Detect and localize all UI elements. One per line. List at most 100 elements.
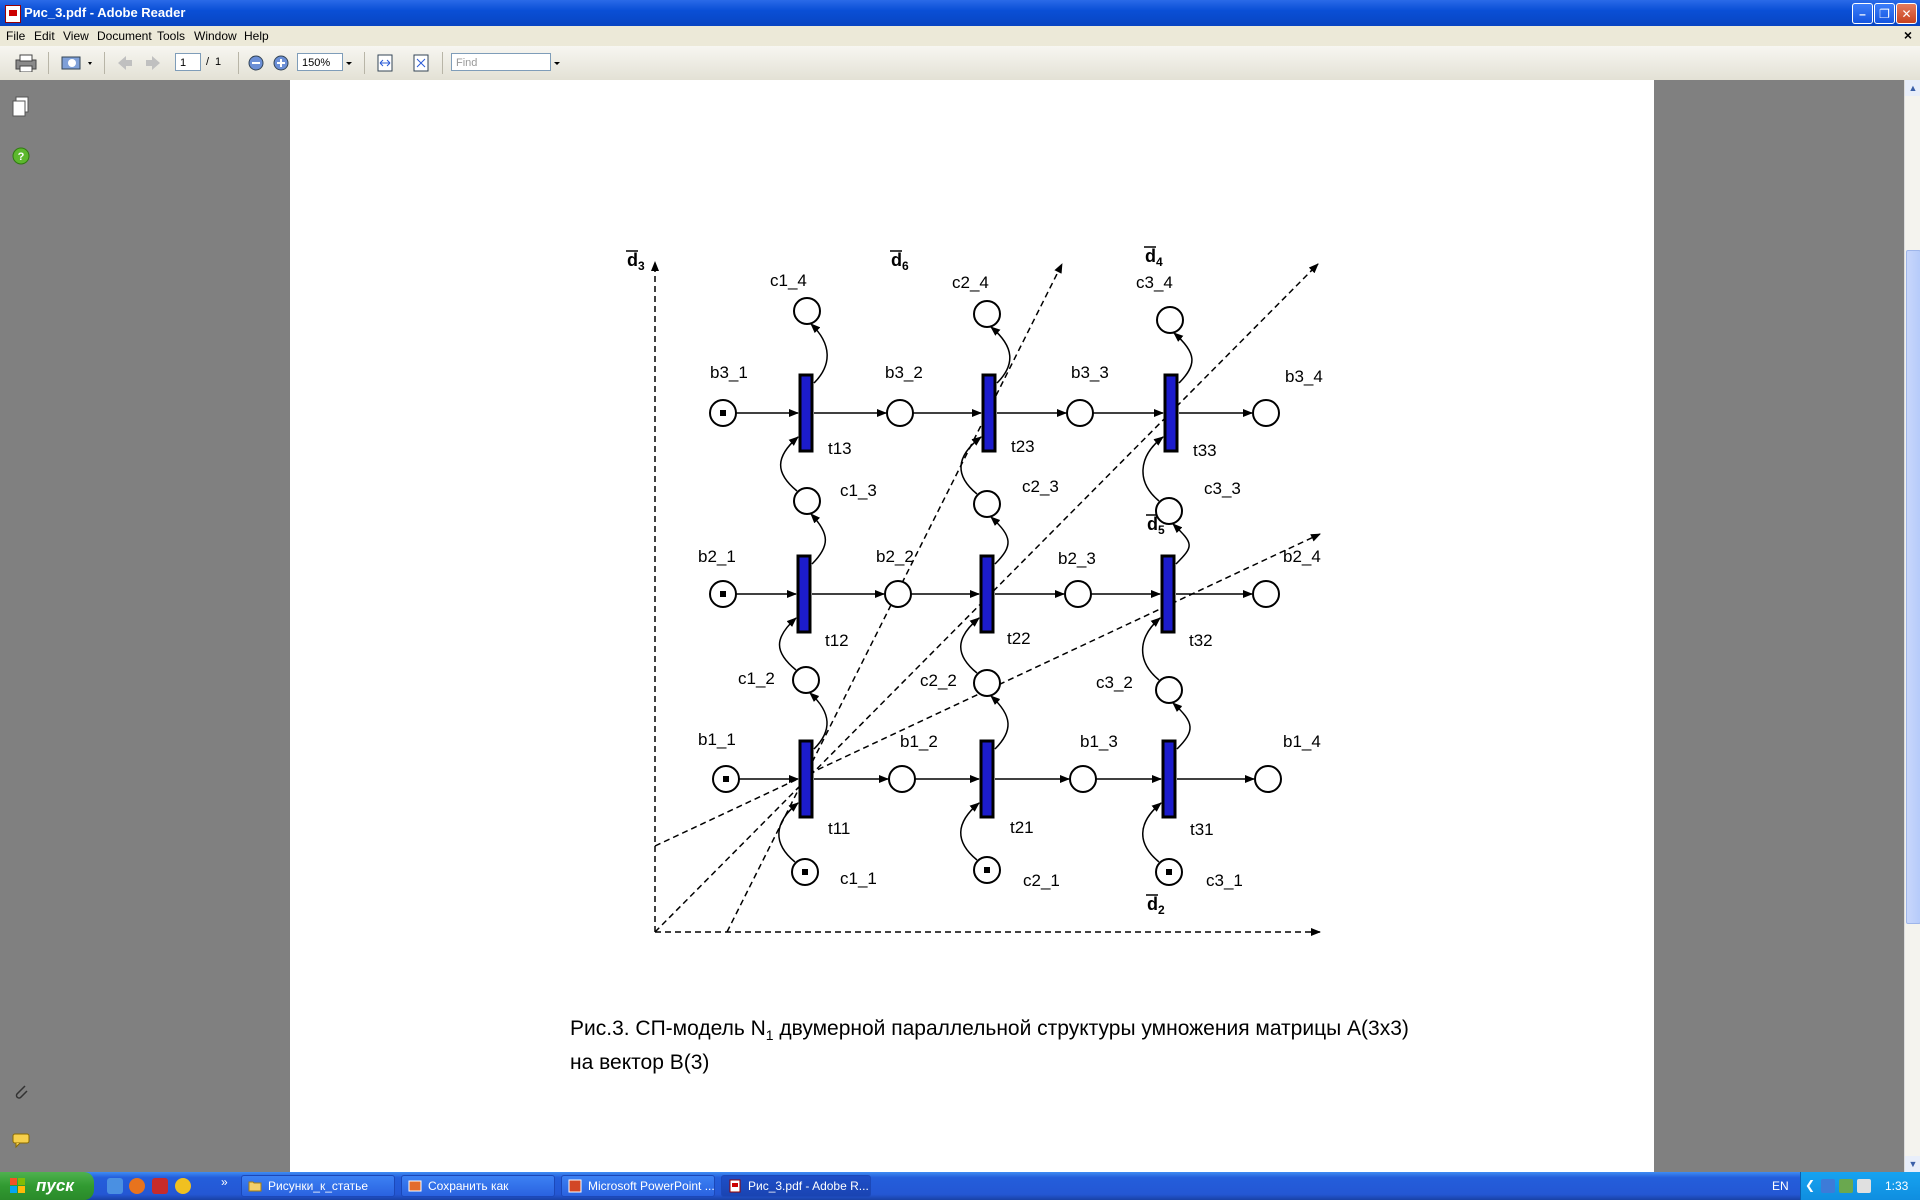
arc-c1_1-t11 xyxy=(778,802,799,863)
figure-caption: Рис.3. СП-модель N1 двумерной параллельн… xyxy=(570,1015,1409,1077)
powerpoint-icon xyxy=(568,1179,582,1193)
zoom-in-icon[interactable] xyxy=(272,54,290,72)
svg-text:?: ? xyxy=(18,151,25,163)
place-c3_4 xyxy=(1156,306,1184,334)
zoom-dropdown-icon[interactable] xyxy=(344,54,354,72)
place-c3_3 xyxy=(1155,497,1183,525)
transition-t23 xyxy=(981,373,997,453)
place-b2_3 xyxy=(1064,580,1092,608)
place-c1_4 xyxy=(793,297,821,325)
label-b1_3: b1_3 xyxy=(1080,732,1118,751)
place-c3_2 xyxy=(1155,676,1183,704)
zoom-out-icon[interactable] xyxy=(247,54,265,72)
label-b3_2: b3_2 xyxy=(885,363,923,382)
axis-subscript-4: 5 xyxy=(1158,523,1165,537)
menu-window[interactable]: Window xyxy=(194,29,237,43)
attachments-icon[interactable] xyxy=(11,1082,31,1102)
scroll-up-arrow-icon[interactable]: ▲ xyxy=(1905,80,1920,96)
transition-t13 xyxy=(798,373,814,453)
previous-page-icon[interactable] xyxy=(114,54,134,72)
axis-label-5: d xyxy=(1147,894,1158,914)
document-area[interactable]: b1_1 b1_2 b1_3 b1_4 b2_1 b2_2 b2_3 b2_4 b3_1 b3_2… xyxy=(42,80,1904,1172)
tray-expand-icon[interactable]: ❮ xyxy=(1805,1178,1815,1192)
zoom-level-field[interactable]: 150% xyxy=(297,53,343,71)
find-dropdown-icon[interactable] xyxy=(552,54,562,72)
caption-line-2: на вектор В(3) xyxy=(570,1051,710,1075)
place-c1_3 xyxy=(793,487,821,515)
vertical-scrollbar[interactable]: ▲ ▼ xyxy=(1904,80,1920,1172)
label-b2_3: b2_3 xyxy=(1058,549,1096,568)
menu-document[interactable]: Document xyxy=(97,29,152,43)
document-close-icon[interactable]: × xyxy=(1904,27,1912,43)
tray-network-icon[interactable] xyxy=(1821,1179,1835,1193)
close-button[interactable]: ✕ xyxy=(1896,3,1917,24)
task-folder[interactable]: Рисунки_к_статье xyxy=(241,1175,395,1197)
place-b2_2 xyxy=(884,580,912,608)
menu-tools[interactable]: Tools xyxy=(157,29,185,43)
restore-button[interactable]: ❐ xyxy=(1874,3,1895,24)
place-c2_3 xyxy=(973,490,1001,518)
label-b2_4: b2_4 xyxy=(1283,547,1321,566)
clock[interactable]: 1:33 xyxy=(1885,1179,1908,1193)
transition-t21 xyxy=(979,739,995,819)
label-c1_2: c1_2 xyxy=(738,669,775,688)
arc-c1_2-t12 xyxy=(778,617,797,671)
internet-explorer-icon[interactable] xyxy=(107,1178,123,1194)
axis-subscript-5: 2 xyxy=(1158,903,1165,917)
pdf-page: b1_1 b1_2 b1_3 b1_4 b2_1 b2_2 b2_3 b2_4 b3_1 b3_2… xyxy=(290,80,1654,1172)
label-t23: t23 xyxy=(1011,437,1035,456)
find-input[interactable]: Find xyxy=(451,53,551,71)
pages-panel-icon[interactable] xyxy=(11,96,31,118)
menu-file[interactable]: File xyxy=(6,29,25,43)
menu-edit[interactable]: Edit xyxy=(34,29,55,43)
label-c1_4: c1_4 xyxy=(770,271,807,290)
quicklaunch-overflow-icon[interactable]: » xyxy=(221,1175,228,1189)
next-page-icon[interactable] xyxy=(144,54,164,72)
place-b1_4 xyxy=(1254,765,1282,793)
task-adobe-reader[interactable]: Рис_3.pdf - Adobe R... xyxy=(721,1175,871,1197)
place-b2_1-token xyxy=(720,591,726,597)
tray-app-icon[interactable] xyxy=(1839,1179,1853,1193)
minimize-button[interactable]: – xyxy=(1852,3,1873,24)
label-c3_4: c3_4 xyxy=(1136,273,1173,292)
axis-subscript-2: 6 xyxy=(902,259,909,273)
axis-label-1: d xyxy=(627,250,638,270)
scrollbar-thumb[interactable] xyxy=(1906,250,1920,924)
scroll-down-arrow-icon[interactable]: ▼ xyxy=(1905,1156,1920,1172)
place-b3_4 xyxy=(1252,399,1280,427)
place-b3_3 xyxy=(1066,399,1094,427)
task-label: Сохранить как xyxy=(428,1179,509,1193)
firefox-icon[interactable] xyxy=(129,1178,145,1194)
language-indicator[interactable]: EN xyxy=(1772,1179,1789,1193)
axis-subscript-1: 3 xyxy=(638,259,645,273)
start-label: пуск xyxy=(36,1176,74,1195)
task-save-as[interactable]: Сохранить как xyxy=(401,1175,555,1197)
fit-page-icon[interactable] xyxy=(411,54,431,72)
comments-icon[interactable] xyxy=(11,1132,33,1150)
toolbar-separator xyxy=(442,52,443,74)
toolbar-separator xyxy=(48,52,49,74)
label-c1_3: c1_3 xyxy=(840,481,877,500)
taskbar: пуск » Рисунки_к_статье Сохранить как Mi… xyxy=(0,1172,1920,1200)
label-b3_1: b3_1 xyxy=(710,363,748,382)
reader-quicklaunch-icon[interactable] xyxy=(152,1178,168,1194)
axis-label-3: d xyxy=(1145,246,1156,266)
tray-volume-icon[interactable] xyxy=(1857,1179,1871,1193)
task-powerpoint[interactable]: Microsoft PowerPoint ... xyxy=(561,1175,715,1197)
task-label: Рисунки_к_статье xyxy=(268,1179,369,1193)
axis-label-2: d xyxy=(891,250,902,270)
menu-help[interactable]: Help xyxy=(244,29,269,43)
page-number-input[interactable]: 1 xyxy=(175,53,201,71)
help-icon[interactable]: ? xyxy=(11,146,31,166)
label-c3_2: c3_2 xyxy=(1096,673,1133,692)
media-player-icon[interactable] xyxy=(175,1178,191,1194)
fit-width-icon[interactable] xyxy=(375,54,395,72)
print-icon[interactable] xyxy=(14,54,38,72)
menu-view[interactable]: View xyxy=(63,29,89,43)
arc-c2_2-t22 xyxy=(960,617,980,674)
start-button[interactable]: пуск xyxy=(0,1172,94,1200)
windows-flag-icon xyxy=(10,1178,25,1193)
place-c2_4 xyxy=(973,300,1001,328)
tools-stamp-icon[interactable] xyxy=(60,54,96,72)
place-b3_2 xyxy=(886,399,914,427)
